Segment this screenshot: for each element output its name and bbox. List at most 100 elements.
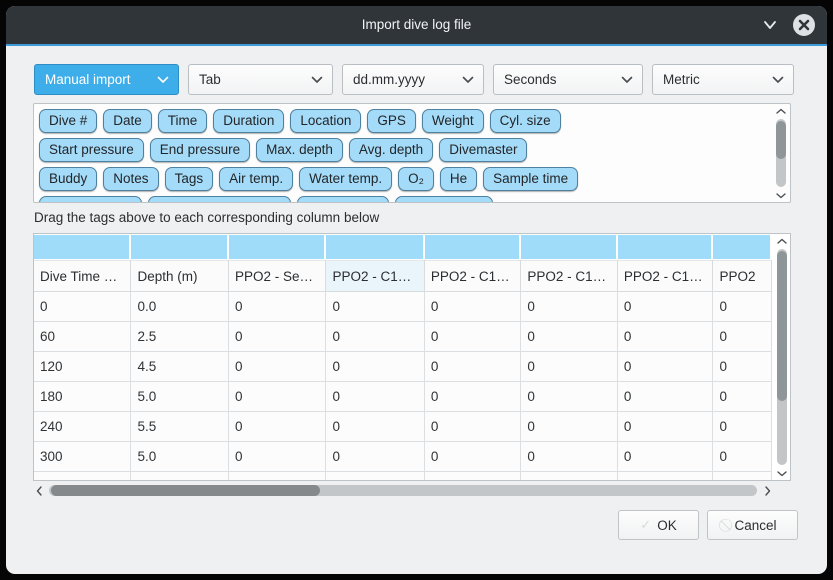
tag-chip[interactable]: Dive # [39,109,97,133]
tag-chip[interactable]: Duration [213,109,284,133]
tag-chip[interactable]: Notes [103,167,158,191]
tag-chip[interactable]: Sample time [483,167,578,191]
import-source-select[interactable]: Manual import [34,64,179,95]
table-cell: 0 [618,352,714,382]
table-cell: 0 [425,412,522,442]
column-header[interactable]: Depth (m) [131,260,228,292]
scroll-right-icon[interactable] [761,486,773,496]
scroll-up-icon[interactable] [775,106,787,116]
table-cell: 0 [425,352,522,382]
tag-chip[interactable]: Cyl. size [490,109,561,133]
table-cell: 0 [229,382,326,412]
units-select-value: Metric [663,72,700,87]
tag-chip[interactable]: Weight [422,109,484,133]
drop-target-cell[interactable] [326,235,424,259]
table-cell: 0 [521,382,618,412]
table-cell [425,472,522,480]
tag-chip[interactable]: Air temp. [219,167,293,191]
table-row: 602.5000000 [34,322,772,352]
drop-target-cell[interactable] [131,235,228,259]
close-icon [798,19,810,31]
drop-target-cell[interactable] [713,235,772,259]
table-cell: 0 [326,322,424,352]
table-cell: 0 [326,382,424,412]
chevron-down-icon[interactable] [761,17,779,33]
tag-chip[interactable]: He [440,167,477,191]
column-header[interactable]: PPO2 [713,260,772,292]
table-cell: 0 [326,412,424,442]
ok-button[interactable]: ✓ OK [618,510,699,540]
tag-chip[interactable]: Location [290,109,361,133]
tag-chip[interactable]: O₂ [398,167,434,191]
time-format-select[interactable]: Seconds [493,64,643,95]
table-cell: 0 [521,292,618,322]
close-button[interactable] [793,14,815,36]
field-separator-select-value: Tab [199,72,221,87]
chevron-down-icon [157,76,169,84]
units-select[interactable]: Metric [652,64,794,95]
field-separator-select[interactable]: Tab [188,64,333,95]
tag-chip[interactable]: Start pressure [39,138,144,162]
tags-scrollbar-thumb[interactable] [776,121,786,159]
table-cell: 0 [618,322,714,352]
cancel-button[interactable]: ⃠ Cancel [707,510,798,540]
table-content: Dive Time …Depth (m)PPO2 - Se…PPO2 - C1…… [34,234,772,480]
tag-chip[interactable]: Divemaster [439,138,527,162]
tags-scrollbar[interactable] [774,106,788,200]
table-cell: 0 [326,442,424,472]
table-hscroll-thumb[interactable] [51,485,320,496]
table-cell: 60 [34,322,131,352]
table-cell: 0 [618,382,714,412]
table-hscroll-track[interactable] [49,485,757,496]
tag-chip[interactable]: End pressure [150,138,250,162]
table-horizontal-scrollbar[interactable] [33,483,773,498]
table-cell: 0 [521,322,618,352]
scroll-down-icon[interactable] [776,468,788,478]
table-vscroll-thumb[interactable] [777,251,787,401]
tag-chip[interactable]: Buddy [39,167,97,191]
tag-chip[interactable]: Time [158,109,208,133]
table-cell: 0 [713,322,772,352]
tag-chip[interactable]: Water temp. [299,167,392,191]
column-header[interactable]: PPO2 - C1… [521,260,618,292]
titlebar: Import dive log file [6,6,827,44]
tag-chip[interactable]: Sample depth [39,196,142,203]
drop-target-cell[interactable] [34,235,131,259]
column-header[interactable]: PPO2 - C1… [326,260,424,292]
scroll-down-icon[interactable] [775,190,787,200]
drop-target-cell[interactable] [425,235,522,259]
tag-chip[interactable]: Max. depth [256,138,343,162]
tag-chip[interactable]: Sample CNS [395,196,493,203]
tag-row: Start pressureEnd pressureMax. depthAvg.… [39,138,768,162]
drop-target-row [34,234,772,260]
drop-target-cell[interactable] [521,235,618,259]
column-header[interactable]: Dive Time … [34,260,131,292]
tag-chip[interactable]: GPS [367,109,416,133]
table-row: 1204.5000000 [34,352,772,382]
import-preview-table: Dive Time …Depth (m)PPO2 - Se…PPO2 - C1…… [33,233,791,481]
table-row: 1805.0000000 [34,382,772,412]
column-header[interactable]: PPO2 - Se… [229,260,326,292]
tag-chip[interactable]: Avg. depth [349,138,433,162]
column-header[interactable]: PPO2 - C1… [425,260,522,292]
column-header[interactable]: PPO2 - C1… [618,260,714,292]
scroll-left-icon[interactable] [33,486,45,496]
table-cell: 0 [713,442,772,472]
tag-chip[interactable]: Sample temperature [148,196,290,203]
table-cell: 2.5 [131,322,228,352]
table-vertical-scrollbar[interactable] [775,236,789,478]
table-cell: 0 [425,442,522,472]
cancel-button-label: Cancel [734,518,776,533]
drop-target-cell[interactable] [229,235,326,259]
table-cell: 0.0 [131,292,228,322]
tag-chip[interactable]: Tags [165,167,214,191]
tag-chip[interactable]: Sample pO₂ [297,196,390,203]
drop-target-cell[interactable] [618,235,714,259]
tags-scrollbar-track[interactable] [776,119,786,187]
table-cell: 0 [34,292,131,322]
tag-chip[interactable]: Date [103,109,152,133]
table-cell [34,472,131,480]
date-format-select[interactable]: dd.mm.yyyy [342,64,484,95]
table-vscroll-track[interactable] [777,249,787,465]
scroll-up-icon[interactable] [776,236,788,246]
